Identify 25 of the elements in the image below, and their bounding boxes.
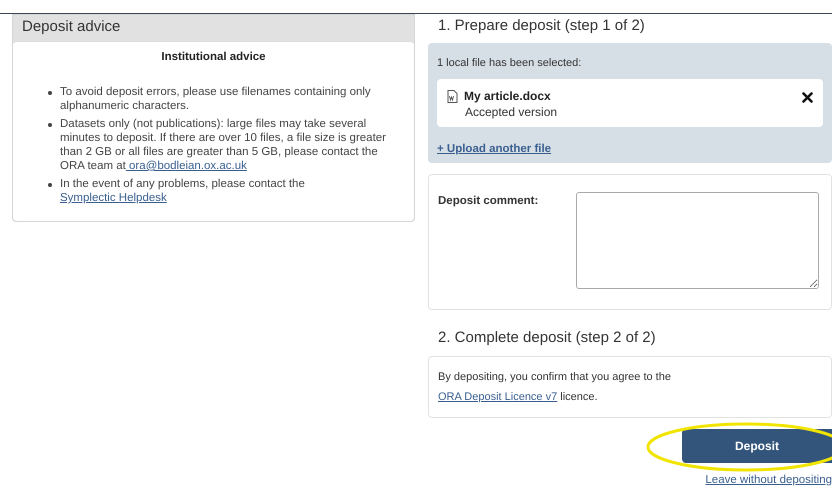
section-heading: 1. Prepare deposit (step 1 of 2) xyxy=(437,16,646,34)
bullet-icon xyxy=(48,183,52,187)
licence-suffix: licence. xyxy=(559,391,598,403)
advice-text: Datasets only (not publications): large files may take several minutes to deposit. If there are over 10 files, a file size is greater than 2 GB or all files are greater than 5 GB, please contact the ORA team at ora@bodleian.ox.ac.uk xyxy=(60,117,387,173)
file-name: My article.docx xyxy=(464,89,551,103)
bullet-icon xyxy=(48,91,52,95)
comment-field[interactable] xyxy=(576,192,819,289)
panel-title: Deposit advice xyxy=(21,17,122,37)
file-status: 1 local file has been selected: xyxy=(437,57,582,69)
licence-text: By depositing, you confirm that you agree to the xyxy=(438,370,672,385)
licence-link[interactable]: ORA Deposit Licence v7 xyxy=(438,391,558,403)
upload-link[interactable]: + Upload another file xyxy=(437,143,552,155)
bullet-icon xyxy=(48,123,52,127)
leave-link[interactable]: Leave without depositing xyxy=(705,474,832,486)
remove-icon[interactable] xyxy=(802,92,813,103)
comment-label: Deposit comment: xyxy=(438,195,538,209)
file-version: Accepted version xyxy=(464,105,558,119)
document-icon xyxy=(447,90,458,102)
section-heading: 2. Complete deposit (step 2 of 2) xyxy=(437,328,657,346)
advice-link[interactable]: ora@bodleian.ox.ac.uk xyxy=(126,160,247,172)
deposit-button[interactable]: Deposit xyxy=(682,429,832,463)
advice-text: To avoid deposit errors, please use filenames containing only alphanumeric characters. xyxy=(60,85,372,113)
advice-heading: Institutional advice xyxy=(160,51,267,63)
advice-link[interactable]: Symplectic Helpdesk xyxy=(60,192,167,204)
advice-text: In the event of any problems, please contact the Symplectic Helpdesk xyxy=(60,177,306,205)
